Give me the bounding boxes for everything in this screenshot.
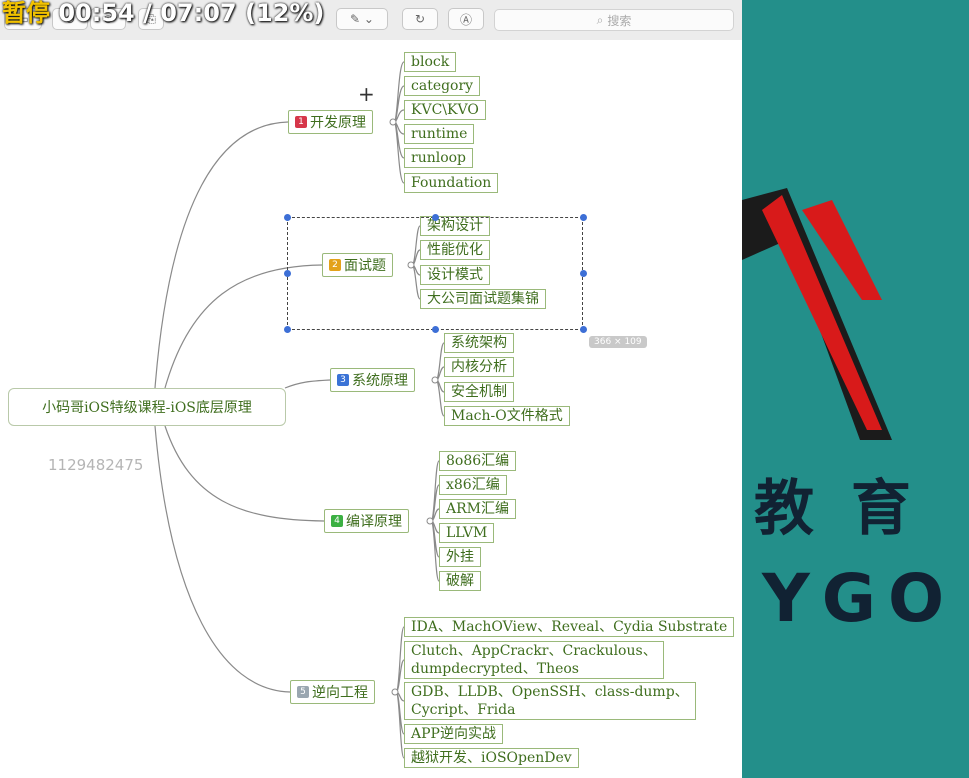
brand-logo-icon [742,188,892,440]
connector-root-3 [284,379,331,389]
branch-node-4[interactable]: 4 编译原理 [324,509,409,533]
leaf-node[interactable]: 越狱开发、iOSOpenDev [404,748,579,768]
connector-root-1 [154,121,289,389]
connector-root-5 [154,425,291,693]
selection-handle[interactable] [580,270,587,277]
connector-root-4 [164,425,325,522]
selection-handle[interactable] [580,326,587,333]
branch-4-collapse-dot [426,517,434,525]
watermark-number: 1129482475 [48,456,144,474]
brand-chinese-text: 教 育 [754,474,919,544]
branch-number-badge: 4 [331,515,343,527]
selection-handle[interactable] [284,214,291,221]
crosshair-cursor-icon: + [358,82,375,106]
leaf-line: Cycript、Frida [411,702,516,718]
selection-handle[interactable] [284,326,291,333]
selection-size-tag: 366 × 109 [589,336,647,348]
branch-1-collapse-dot [389,118,397,126]
leaf-node[interactable]: 内核分析 [444,357,514,377]
branch-node-3[interactable]: 3 系统原理 [330,368,415,392]
leaf-node[interactable]: Mach-O文件格式 [444,406,570,426]
brand-background: 教 育 YGO [742,0,969,778]
leaf-node-multiline[interactable]: Clutch、AppCrackr、Crackulous、 dumpdecrypte… [404,641,664,679]
leaf-node[interactable]: 破解 [439,571,481,591]
branch-number-badge: 3 [337,374,349,386]
branch-number-badge: 5 [297,686,309,698]
leaf-node[interactable]: LLVM [439,523,495,543]
selection-handle[interactable] [284,270,291,277]
leaf-node[interactable]: 外挂 [439,547,481,567]
leaf-node[interactable]: Foundation [404,173,499,193]
branch-node-1[interactable]: 1 开发原理 [288,110,373,134]
leaf-node[interactable]: 8o86汇编 [439,451,517,471]
branch-label: 开发原理 [310,115,366,131]
branch-number-badge: 1 [295,116,307,128]
branch-5-collapse-dot [391,688,399,696]
leaf-line: Clutch、AppCrackr、Crackulous、 [411,643,657,659]
selection-box[interactable] [287,217,583,330]
selection-handle[interactable] [432,214,439,221]
leaf-line: dumpdecrypted、Theos [411,661,579,677]
leaf-node[interactable]: block [404,52,457,72]
leaf-node[interactable]: 系统架构 [444,333,514,353]
brand-latin-text: YGO [762,560,957,637]
leaf-node[interactable]: 安全机制 [444,382,514,402]
leaf-node[interactable]: category [404,76,481,96]
leaf-node[interactable]: ARM汇编 [439,499,516,519]
leaf-node[interactable]: x86汇编 [439,475,507,495]
mindmap-root-node[interactable]: 小码哥iOS特级课程-iOS底层原理 [8,388,286,426]
leaf-node[interactable]: APP逆向实战 [404,724,503,744]
branch-label: 编译原理 [346,514,402,530]
leaf-node[interactable]: runtime [404,124,475,144]
branch-3-collapse-dot [431,376,439,384]
leaf-line: GDB、LLDB、OpenSSH、class-dump、 [411,684,689,700]
selection-handle[interactable] [432,326,439,333]
selection-handle[interactable] [580,214,587,221]
leaf-node-multiline[interactable]: GDB、LLDB、OpenSSH、class-dump、 Cycript、Frid… [404,682,696,720]
leaf-node[interactable]: runloop [404,148,474,168]
branch-node-5[interactable]: 5 逆向工程 [290,680,375,704]
root-label: 小码哥iOS特级课程-iOS底层原理 [42,400,252,416]
branch-label: 逆向工程 [312,685,368,701]
leaf-node[interactable]: IDA、MachOView、Reveal、Cydia Substrate [404,617,735,637]
leaf-node[interactable]: KVC\KVO [404,100,486,120]
branch-label: 系统原理 [352,373,408,389]
